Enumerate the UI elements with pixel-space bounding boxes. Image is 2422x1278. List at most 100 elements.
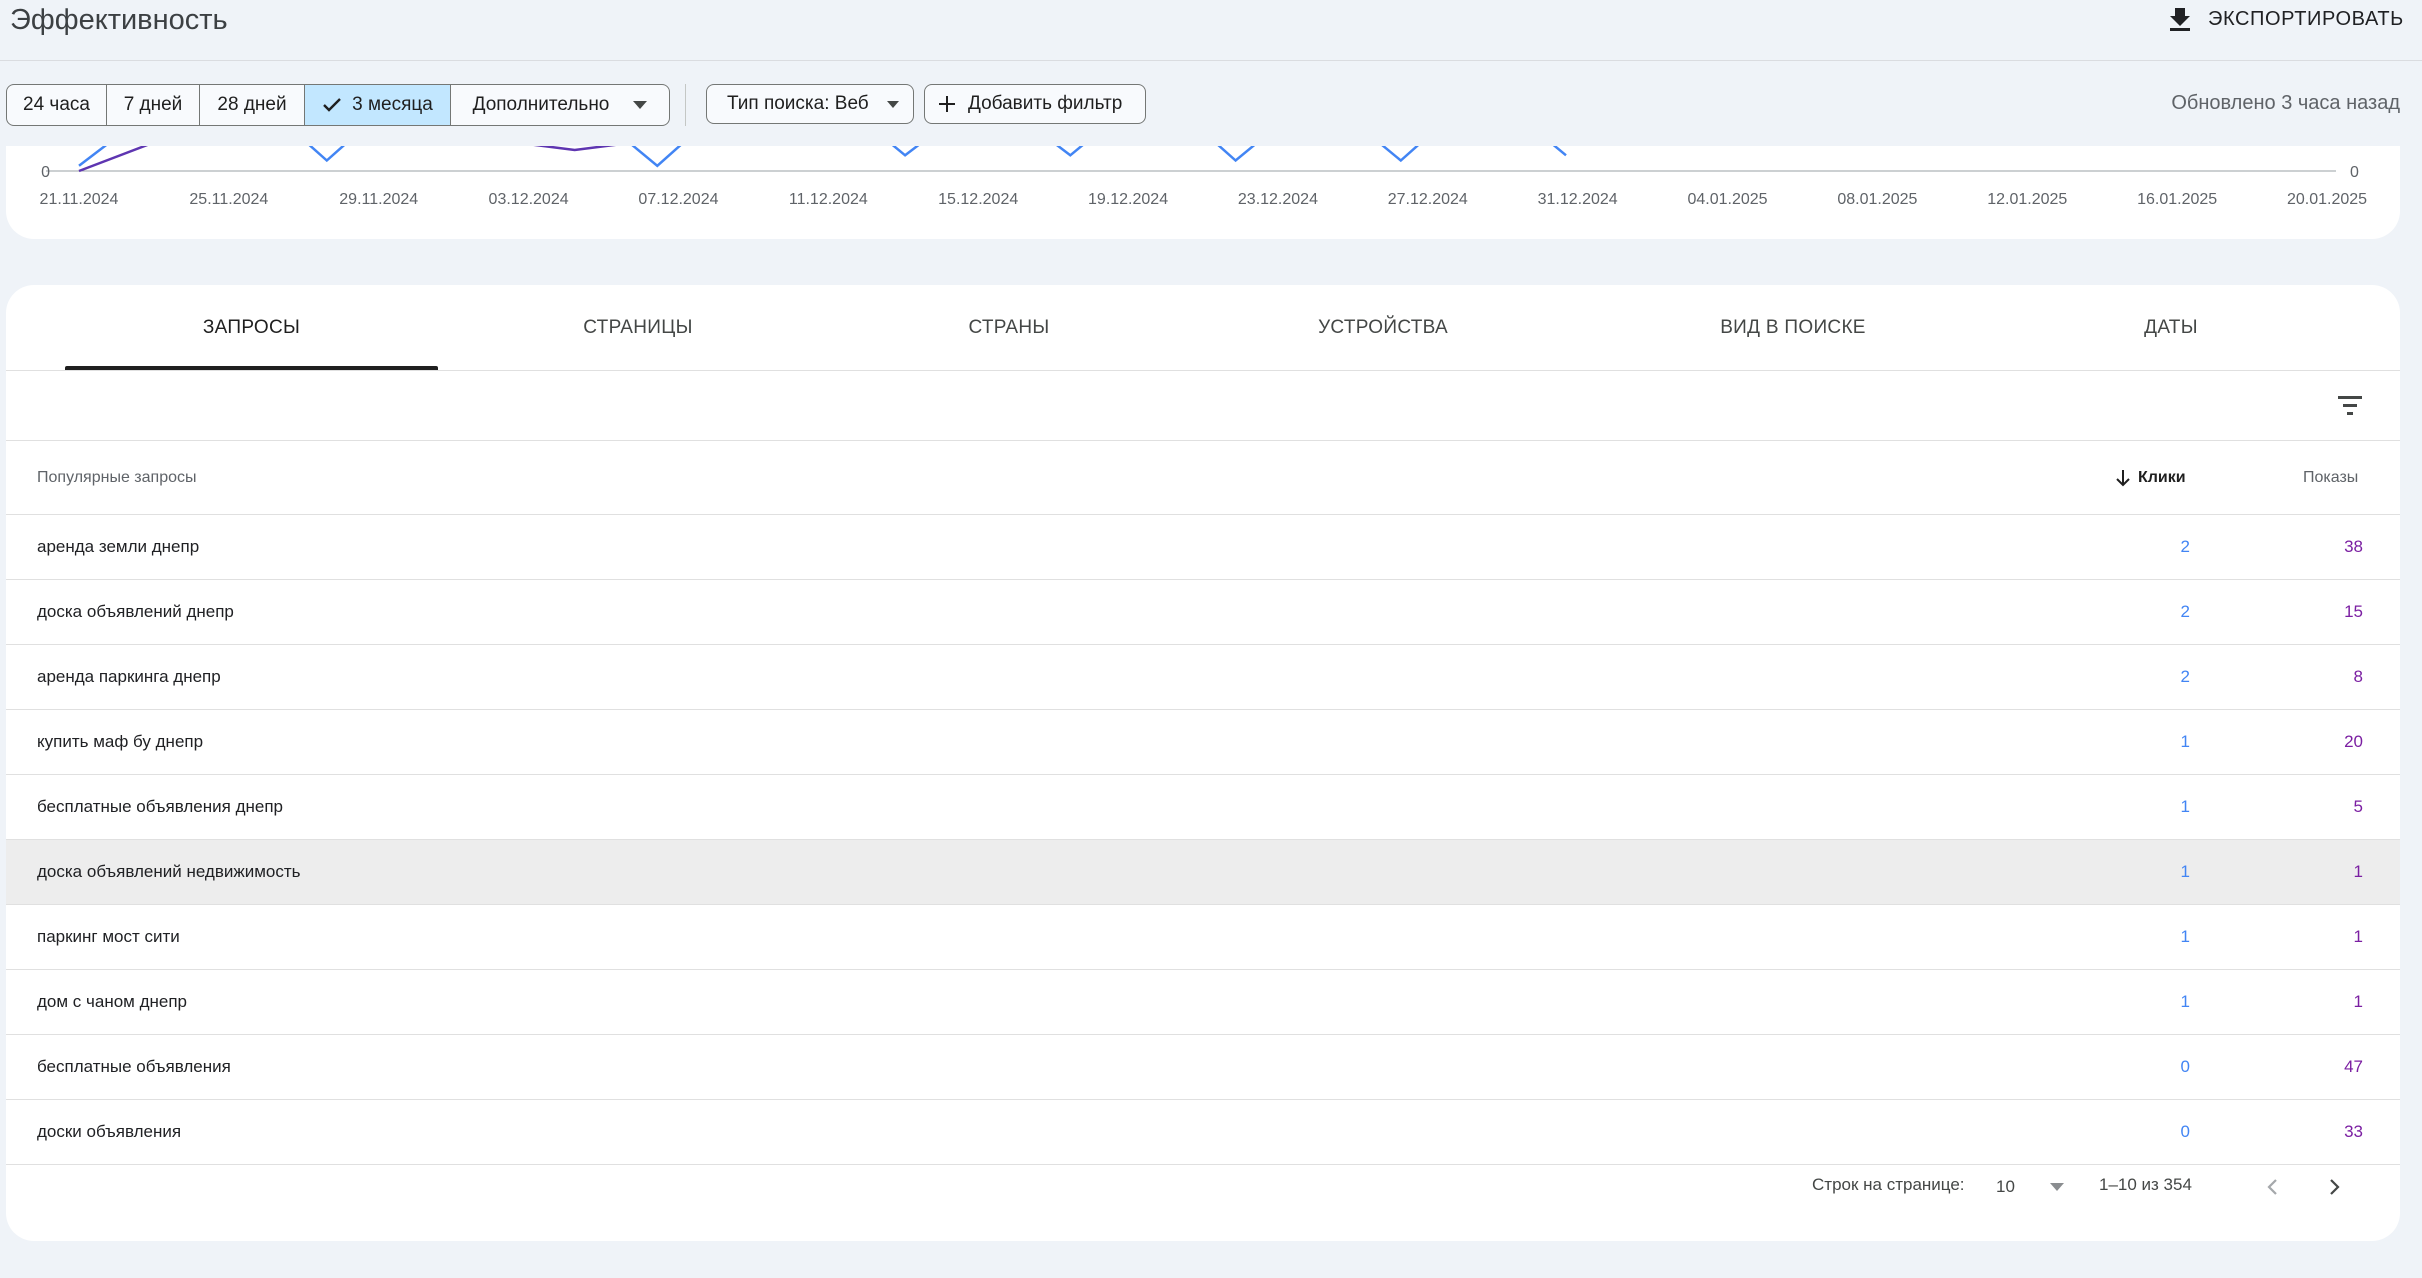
clicks-label: Клики (2138, 468, 2186, 486)
tab-pages[interactable]: СТРАНИЦЫ (438, 285, 838, 370)
dimension-table-card: ЗАПРОСЫ СТРАНИЦЫ СТРАНЫ УСТРОЙСТВА ВИД В… (6, 285, 2400, 1241)
add-filter-label: Добавить фильтр (968, 93, 1123, 114)
plus-icon (939, 96, 955, 112)
impressions-cell: 33 (2344, 1122, 2363, 1141)
query-cell: аренда паркинга днепр (37, 667, 221, 686)
clicks-cell: 2 (2180, 602, 2190, 621)
add-filter-button[interactable]: Добавить фильтр (924, 84, 1146, 124)
range-24h-label: 24 часа (23, 94, 90, 115)
x-tick-label: 16.01.2025 (2137, 191, 2217, 208)
table-row[interactable]: аренда земли днепр 2 38 (6, 515, 2400, 580)
clicks-cell: 1 (2180, 732, 2190, 751)
next-page-button[interactable] (2317, 1169, 2353, 1205)
x-tick-label: 23.12.2024 (1238, 191, 1318, 208)
impressions-cell: 1 (2353, 927, 2363, 946)
clicks-cell: 1 (2180, 927, 2190, 946)
search-type-label: Тип поиска: Веб (727, 93, 869, 114)
dimension-tabs: ЗАПРОСЫ СТРАНИЦЫ СТРАНЫ УСТРОЙСТВА ВИД В… (6, 285, 2400, 371)
table-row[interactable]: доска объявлений днепр 2 15 (6, 580, 2400, 645)
table-row[interactable]: дом с чаном днепр 1 1 (6, 970, 2400, 1035)
x-tick-label: 08.01.2025 (1837, 191, 1917, 208)
tab-devices[interactable]: УСТРОЙСТВА (1183, 285, 1583, 370)
x-tick-label: 19.12.2024 (1088, 191, 1168, 208)
table-header: Популярные запросы Клики Показы (6, 441, 2400, 515)
range-7d[interactable]: 7 дней (107, 85, 200, 125)
tab-queries[interactable]: ЗАПРОСЫ (65, 285, 438, 370)
clicks-cell: 1 (2180, 797, 2190, 816)
prev-page-button[interactable] (2254, 1169, 2290, 1205)
impressions-cell: 15 (2344, 602, 2363, 621)
table-row[interactable]: аренда паркинга днепр 2 8 (6, 645, 2400, 710)
query-cell: паркинг мост сити (37, 927, 180, 946)
date-range-selector: 24 часа 7 дней 28 дней 3 месяца Дополнит… (6, 84, 670, 126)
query-cell: бесплатные объявления днепр (37, 797, 283, 816)
clicks-cell: 0 (2180, 1057, 2190, 1076)
rows-per-page-select[interactable]: 10 (1996, 1169, 2064, 1205)
x-tick-label: 07.12.2024 (638, 191, 718, 208)
export-button[interactable]: ЭКСПОРТИРОВАТЬ (2168, 2, 2404, 36)
impressions-cell: 1 (2353, 992, 2363, 1011)
table-filter-bar (6, 371, 2400, 441)
table-rows: аренда земли днепр 2 38 доска объявлений дн… (6, 515, 2400, 1165)
filter-divider (685, 84, 686, 126)
table-row[interactable]: паркинг мост сити 1 1 (6, 905, 2400, 970)
clicks-cell: 1 (2180, 992, 2190, 1011)
impressions-cell: 5 (2353, 797, 2363, 816)
query-cell: дом с чаном днепр (37, 992, 187, 1011)
x-tick-label: 04.01.2025 (1687, 191, 1767, 208)
column-header-impressions[interactable]: Показы (2303, 441, 2358, 514)
performance-chart: 0 0 21.11.2024 25.11.2024 29.11.2024 03.12.20… (6, 146, 2400, 239)
range-3m-label: 3 месяца (352, 94, 433, 115)
table-row[interactable]: доска объявлений недвижимость 1 1 (6, 840, 2400, 905)
table-row[interactable]: доски объявления 0 33 (6, 1100, 2400, 1165)
dropdown-arrow-icon (633, 101, 648, 109)
tab-countries[interactable]: СТРАНЫ (809, 285, 1209, 370)
range-24h[interactable]: 24 часа (7, 85, 107, 125)
page-title: Эффективность (10, 4, 228, 36)
x-tick-label: 15.12.2024 (938, 191, 1018, 208)
impressions-cell: 20 (2344, 732, 2363, 751)
impressions-cell: 47 (2344, 1057, 2363, 1076)
query-cell: доска объявлений недвижимость (37, 862, 301, 881)
range-7d-label: 7 дней (123, 94, 183, 115)
table-row[interactable]: бесплатные объявления днепр 1 5 (6, 775, 2400, 840)
impressions-cell: 8 (2353, 667, 2363, 686)
chart-svg: 0 0 21.11.2024 25.11.2024 29.11.2024 03.12.20… (40, 146, 2367, 208)
y-axis-left-label: 0 (41, 164, 50, 181)
query-cell: доски объявления (37, 1122, 182, 1141)
clicks-cell: 2 (2180, 667, 2190, 686)
x-tick-label: 27.12.2024 (1388, 191, 1468, 208)
page-range: 1–10 из 354 (2099, 1175, 2192, 1194)
tab-search-appearance[interactable]: ВИД В ПОИСКЕ (1593, 285, 1993, 370)
last-updated: Обновлено 3 часа назад (2171, 92, 2400, 114)
dropdown-arrow-icon (886, 100, 899, 108)
active-tab-indicator (65, 366, 438, 370)
range-28d[interactable]: 28 дней (200, 85, 305, 125)
download-icon (2170, 8, 2190, 31)
x-tick-label: 20.01.2025 (2287, 191, 2367, 208)
tab-dates[interactable]: ДАТЫ (1971, 285, 2371, 370)
range-28d-label: 28 дней (217, 94, 287, 115)
clicks-cell: 2 (2180, 537, 2190, 556)
range-3m[interactable]: 3 месяца (305, 85, 451, 125)
table-row[interactable]: купить маф бу днепр 1 20 (6, 710, 2400, 775)
series-line-1 (78, 146, 617, 173)
arrow-down-icon (2116, 469, 2130, 486)
clicks-cell: 0 (2180, 1122, 2190, 1141)
x-tick-label: 29.11.2024 (339, 191, 418, 208)
x-tick-label: 25.11.2024 (189, 191, 268, 208)
impressions-cell: 38 (2344, 537, 2363, 556)
column-header-clicks[interactable]: Клики (2116, 441, 2186, 514)
header-divider (0, 60, 2422, 61)
query-cell: доска объявлений днепр (37, 602, 234, 621)
x-tick-label: 21.11.2024 (40, 191, 119, 208)
range-more-dropdown[interactable]: Дополнительно (451, 85, 669, 125)
range-more-label: Дополнительно (472, 94, 610, 115)
pagination: Строк на странице: 10 1–10 из 354 (6, 1163, 2400, 1211)
search-type-chip[interactable]: Тип поиска: Веб (706, 84, 914, 124)
table-row[interactable]: бесплатные объявления 0 47 (6, 1035, 2400, 1100)
query-cell: аренда земли днепр (37, 537, 200, 556)
series-line-0 (78, 146, 1567, 168)
rows-per-page-value: 10 (1996, 1177, 2015, 1196)
filter-icon[interactable] (2336, 393, 2364, 417)
